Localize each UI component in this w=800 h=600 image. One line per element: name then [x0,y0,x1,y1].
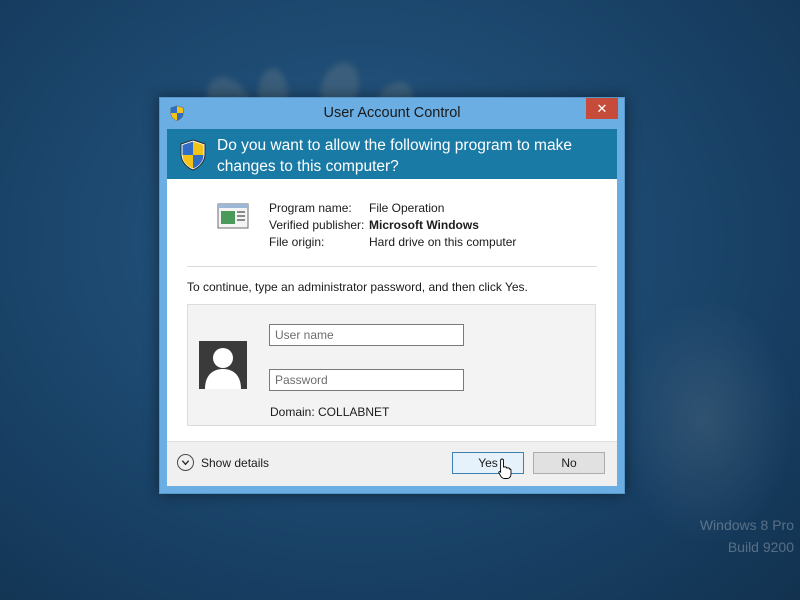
close-button[interactable]: ✕ [586,98,618,119]
instruction-text: To continue, type an administrator passw… [187,280,528,294]
no-button[interactable]: No [533,452,605,474]
user-tile-icon [205,348,241,389]
show-details-toggle[interactable]: Show details [177,454,269,471]
origin-label: File origin: [269,235,325,249]
domain-label: Domain: COLLABNET [270,405,390,419]
watermark-build: Build 9200 [727,539,794,555]
origin-value: Hard drive on this computer [369,235,517,249]
dialog-body: Do you want to allow the following progr… [167,129,617,486]
uac-question: Do you want to allow the following progr… [217,137,572,175]
program-name-label: Program name: [269,201,352,215]
program-name-value: File Operation [369,201,445,215]
yes-button[interactable]: Yes [452,452,524,474]
dialog-footer: Show details Yes No [167,441,617,486]
mouse-cursor-icon [498,458,512,479]
divider [187,266,597,267]
password-input[interactable] [269,369,464,391]
program-name-row: Program name: File Operation [269,200,516,217]
program-icon [217,203,249,229]
question-banner: Do you want to allow the following progr… [167,129,617,179]
windows-watermark: Windows 8 Pro Build 9200 [700,514,794,558]
dialog-title: User Account Control [323,105,461,121]
origin-row: File origin: Hard drive on this computer [269,234,516,251]
publisher-label: Verified publisher: [269,218,365,232]
chevron-down-icon [177,454,194,471]
uac-dialog: User Account Control ✕ Do you want to al… [159,97,625,494]
wallpaper-flower [620,300,790,540]
title-bar[interactable]: User Account Control ✕ [160,98,624,129]
show-details-label: Show details [201,455,270,470]
publisher-value: Microsoft Windows [369,218,479,232]
publisher-row: Verified publisher: Microsoft Windows [269,217,516,234]
credentials-panel: Domain: COLLABNET [187,304,596,426]
watermark-edition: Windows 8 Pro [699,517,794,533]
shield-icon [180,139,206,171]
close-icon: ✕ [596,100,608,116]
program-details: Program name: File Operation Verified pu… [269,200,516,251]
user-tile [199,341,247,389]
desktop: Windows 8 Pro Build 9200 User Account Co… [0,0,800,600]
username-input[interactable] [269,324,464,346]
